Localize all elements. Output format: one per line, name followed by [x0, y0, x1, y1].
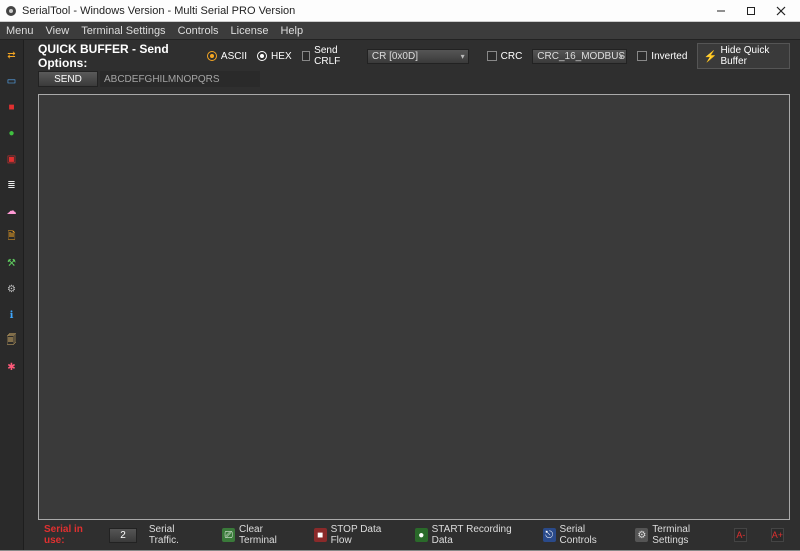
- sb-script-icon[interactable]: 🗎: [3, 228, 21, 246]
- left-sidebar: ⇄ ▭ ■ ● ▣ ≣ ☁ 🗎 ⚒ ⚙ ℹ 🗐 ✱: [0, 40, 24, 550]
- window-close-button[interactable]: [766, 1, 796, 21]
- checkbox-send-crlf[interactable]: Send CRLF: [302, 45, 357, 67]
- terminal-settings-label: Terminal Settings: [652, 524, 722, 546]
- stop-data-flow-label: STOP Data Flow: [331, 524, 399, 546]
- clear-terminal-button[interactable]: ⎚ Clear Terminal: [218, 523, 302, 547]
- radio-ascii-label: ASCII: [221, 51, 247, 62]
- statusbar: Serial in use: 2 Serial Traffic. ⎚ Clear…: [38, 524, 790, 546]
- window-minimize-button[interactable]: [706, 1, 736, 21]
- window-title: SerialTool - Windows Version - Multi Ser…: [22, 5, 295, 17]
- checkbox-crc[interactable]: CRC: [487, 51, 523, 62]
- sb-doc-icon[interactable]: 🗐: [3, 332, 21, 350]
- serial-traffic-label: Serial Traffic.: [149, 524, 202, 546]
- serial-port-value-text: 2: [120, 530, 126, 541]
- radio-hex[interactable]: HEX: [257, 51, 292, 62]
- select-eol[interactable]: CR [0x0D]: [367, 49, 469, 64]
- sb-tools-icon[interactable]: ⚒: [3, 254, 21, 272]
- buffer-input[interactable]: ABCDEFGHILMNOPQRS: [100, 71, 260, 87]
- checkbox-inverted[interactable]: Inverted: [637, 51, 687, 62]
- terminal-output[interactable]: [41, 97, 787, 517]
- sb-layers-icon[interactable]: ≣: [3, 176, 21, 194]
- controls-icon: ⎋: [543, 528, 556, 542]
- quickbuffer-heading: QUICK BUFFER - Send Options:: [38, 42, 191, 70]
- checkbox-icon: [302, 51, 311, 61]
- menu-controls[interactable]: Controls: [178, 25, 219, 37]
- stop-data-flow-button[interactable]: ■ STOP Data Flow: [310, 523, 403, 547]
- send-button-label: SEND: [54, 74, 82, 85]
- serial-controls-label: Serial Controls: [560, 524, 620, 546]
- lightning-icon: ⚡: [704, 50, 716, 62]
- sb-globe-icon[interactable]: ✱: [3, 358, 21, 376]
- record-icon: ●: [415, 528, 428, 542]
- sb-chat-icon[interactable]: ☁: [3, 202, 21, 220]
- sb-info-icon[interactable]: ℹ: [3, 306, 21, 324]
- sb-stop-icon[interactable]: ▣: [3, 150, 21, 168]
- font-decrease-button[interactable]: A-: [734, 528, 747, 542]
- clear-icon: ⎚: [222, 528, 235, 542]
- menu-menu[interactable]: Menu: [6, 25, 34, 37]
- gear-icon: ⚙: [635, 528, 648, 542]
- radio-hex-label: HEX: [271, 51, 292, 62]
- menubar: Menu View Terminal Settings Controls Lic…: [0, 22, 800, 40]
- select-crc-value: CRC_16_MODBUS: [537, 51, 625, 62]
- checkbox-icon: [487, 51, 497, 61]
- radio-dot-icon: [207, 51, 217, 61]
- sb-play-icon[interactable]: ●: [3, 124, 21, 142]
- radio-dot-icon: [257, 51, 267, 61]
- send-button[interactable]: SEND: [38, 71, 98, 87]
- font-increase-label: A+: [772, 530, 783, 540]
- quickbuffer-options: QUICK BUFFER - Send Options: ASCII HEX S…: [38, 46, 790, 66]
- serial-in-use-label: Serial in use:: [44, 524, 101, 546]
- checkbox-icon: [637, 51, 647, 61]
- buffer-input-text: ABCDEFGHILMNOPQRS: [104, 74, 220, 85]
- menu-view[interactable]: View: [46, 25, 70, 37]
- window-maximize-button[interactable]: [736, 1, 766, 21]
- serial-controls-button[interactable]: ⎋ Serial Controls: [539, 523, 624, 547]
- menu-help[interactable]: Help: [280, 25, 303, 37]
- sb-connect-icon[interactable]: ⇄: [3, 46, 21, 64]
- hide-quick-buffer-label: Hide Quick Buffer: [720, 45, 783, 67]
- content-area: QUICK BUFFER - Send Options: ASCII HEX S…: [24, 40, 800, 550]
- font-decrease-label: A-: [736, 530, 745, 540]
- quickbuffer-send-row: SEND ABCDEFGHILMNOPQRS: [38, 70, 790, 88]
- menu-license[interactable]: License: [231, 25, 269, 37]
- app-icon: [4, 4, 18, 18]
- sb-settings-icon[interactable]: ⚙: [3, 280, 21, 298]
- window-titlebar: SerialTool - Windows Version - Multi Ser…: [0, 0, 800, 22]
- checkbox-send-crlf-label: Send CRLF: [314, 45, 357, 67]
- start-recording-label: START Recording Data: [432, 524, 527, 546]
- terminal-settings-button[interactable]: ⚙ Terminal Settings: [631, 523, 726, 547]
- sb-terminal-icon[interactable]: ▭: [3, 72, 21, 90]
- radio-ascii[interactable]: ASCII: [207, 51, 247, 62]
- clear-terminal-label: Clear Terminal: [239, 524, 298, 546]
- stop-icon: ■: [314, 528, 327, 542]
- select-crc[interactable]: CRC_16_MODBUS: [532, 49, 627, 64]
- menu-terminal-settings[interactable]: Terminal Settings: [81, 25, 165, 37]
- checkbox-crc-label: CRC: [501, 51, 523, 62]
- checkbox-inverted-label: Inverted: [651, 51, 687, 62]
- serial-port-value[interactable]: 2: [109, 528, 137, 543]
- hide-quick-buffer-button[interactable]: ⚡ Hide Quick Buffer: [697, 43, 790, 69]
- select-eol-value: CR [0x0D]: [372, 51, 418, 62]
- font-increase-button[interactable]: A+: [771, 528, 784, 542]
- start-recording-button[interactable]: ● START Recording Data: [411, 523, 531, 547]
- sb-record-icon[interactable]: ■: [3, 98, 21, 116]
- main-area: ⇄ ▭ ■ ● ▣ ≣ ☁ 🗎 ⚒ ⚙ ℹ 🗐 ✱ QUICK BUFFER - Send Option…: [0, 40, 800, 550]
- terminal-panel: [38, 94, 790, 520]
